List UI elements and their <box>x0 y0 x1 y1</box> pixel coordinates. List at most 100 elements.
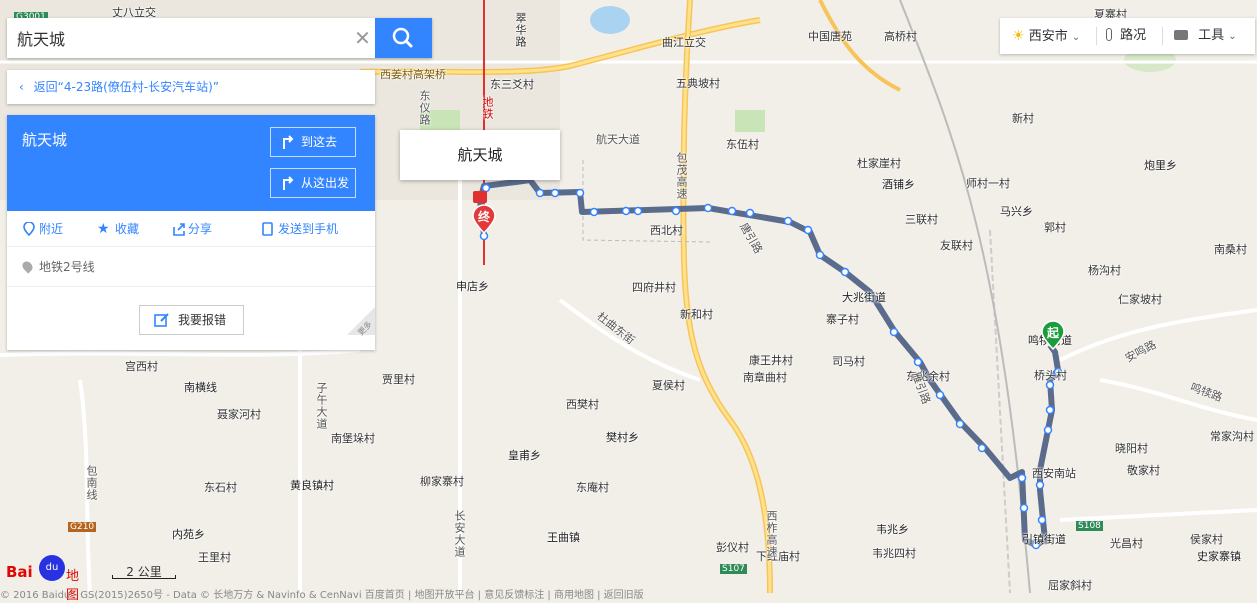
map-label: 宫西村 <box>125 360 158 373</box>
search-icon <box>392 27 413 48</box>
map-label: 马兴乡 <box>1000 205 1033 218</box>
place-card-header: 航天城 到这去 从这出发 <box>7 115 375 211</box>
map-label: 樊村乡 <box>606 431 639 444</box>
search-button[interactable] <box>375 18 432 58</box>
map-label: 申店乡 <box>456 280 489 293</box>
map-label: 屈家斜村 <box>1048 579 1092 592</box>
map-label: 王曲镇 <box>547 531 580 544</box>
share-icon <box>173 223 185 236</box>
share-label: 分享 <box>188 222 213 236</box>
back-label: 返回“4-23路(僚伍村-长安汽车站)” <box>33 80 220 94</box>
map-label: 聂家河村 <box>217 408 261 421</box>
toolbar-divider <box>1096 27 1097 45</box>
scale-bar: 2 公里 <box>112 563 176 579</box>
search-input[interactable] <box>7 18 343 58</box>
share-button[interactable]: 分享 <box>172 211 212 247</box>
map-label: 炮里乡 <box>1144 159 1177 172</box>
place-title: 航天城 <box>22 131 68 149</box>
map-label: 地铁 <box>481 96 494 120</box>
nearby-label: 附近 <box>39 222 64 236</box>
chevron-left-icon: ‹ <box>19 80 24 94</box>
map-label: 桥头村 <box>1034 369 1067 382</box>
place-popup[interactable]: 航天城 <box>400 130 560 180</box>
go-here-label: 到这去 <box>301 135 338 149</box>
from-here-button[interactable]: 从这出发 <box>270 168 356 198</box>
traffic-toggle[interactable]: 路况 <box>1106 18 1146 54</box>
start-marker[interactable]: 起 <box>1040 320 1066 351</box>
map-label: 西樊村 <box>566 398 599 411</box>
end-marker[interactable]: 终 <box>471 204 497 235</box>
favorite-label: 收藏 <box>115 222 140 236</box>
go-here-button[interactable]: 到这去 <box>270 127 356 157</box>
map-label: 敬家村 <box>1127 464 1160 477</box>
map-label: 曲江立交 <box>662 36 706 49</box>
chevron-down-icon: ⌄ <box>1228 31 1237 42</box>
route-from-icon <box>283 176 294 190</box>
map-label: 杨沟村 <box>1088 264 1121 277</box>
map-label: 西北村 <box>650 224 683 237</box>
map-label: 贾里村 <box>382 373 415 386</box>
edit-icon <box>154 313 169 327</box>
weather-sun-icon: ☀ <box>1012 28 1025 44</box>
map-label: 师村一村 <box>966 177 1010 190</box>
address-row: 地铁2号线 <box>7 247 375 287</box>
copyright-text: © 2016 Baidu - GS(2015)2650号 - Data © 长地… <box>0 590 644 601</box>
chevron-down-icon: ⌄ <box>1071 32 1081 43</box>
map-label: 东三爻村 <box>490 78 534 91</box>
map-label: 大兆街道 <box>842 291 886 304</box>
map-label: 包南线 <box>85 465 98 501</box>
map-label: 南横线 <box>184 381 217 394</box>
map-label: 三联村 <box>905 213 938 226</box>
route-to-icon <box>283 135 294 149</box>
map-label: 新和村 <box>680 308 713 321</box>
logo-text: Bai <box>6 563 33 581</box>
map-label: 子午大道 <box>315 382 328 430</box>
map-label: S107 <box>720 564 747 574</box>
star-icon: ★ <box>97 221 110 237</box>
favorite-button[interactable]: ★ 收藏 <box>97 211 139 247</box>
map-label: 东仪路 <box>418 90 431 126</box>
map-label: 南堡垛村 <box>331 432 375 445</box>
map-label: 酒铺乡 <box>882 178 915 191</box>
place-actions: 附近 ★ 收藏 分享 发送到手机 更多 <box>7 211 375 337</box>
map-label: 韦兆乡 <box>876 523 909 536</box>
traffic-label: 路况 <box>1120 28 1147 43</box>
nearby-button[interactable]: 附近 <box>23 211 63 247</box>
end-marker-label: 终 <box>477 210 490 224</box>
send-to-phone-label: 发送到手机 <box>278 222 339 236</box>
scale-line <box>112 575 176 579</box>
back-to-route-link[interactable]: ‹ 返回“4-23路(僚伍村-长安汽车站)” <box>7 70 375 104</box>
map-label: 南章曲村 <box>743 371 787 384</box>
city-selector[interactable]: ☀ 西安市 ⌄ <box>1012 18 1080 54</box>
map-label: 光昌村 <box>1110 537 1143 550</box>
close-icon: ✕ <box>354 26 371 50</box>
send-to-phone-button[interactable]: 发送到手机 <box>262 211 338 247</box>
report-error-button[interactable]: 我要报错 <box>139 305 244 335</box>
map-label: 翠华路 <box>514 12 527 48</box>
place-card: 航天城 到这去 从这出发 附近 ★ 收藏 分享 发送到手机 更多 地铁2号线 我… <box>7 115 375 350</box>
map-label: 司马村 <box>832 355 865 368</box>
tools-menu[interactable]: 工具 ⌄ <box>1174 18 1237 54</box>
map-label: 五典坡村 <box>676 77 720 90</box>
map-label: 中国唐苑 <box>808 30 852 43</box>
map-label: 晓阳村 <box>1115 442 1148 455</box>
tools-label: 工具 <box>1198 28 1225 43</box>
traffic-light-icon <box>1106 28 1112 41</box>
from-here-label: 从这出发 <box>301 176 350 190</box>
map-label: 夏侯村 <box>652 379 685 392</box>
popup-title: 航天城 <box>457 146 503 164</box>
phone-icon <box>262 222 273 236</box>
map-label: 友联村 <box>940 239 973 252</box>
report-error-label: 我要报错 <box>178 313 227 327</box>
map-label: 皇甫乡 <box>508 449 541 462</box>
toolbox-icon <box>1174 30 1188 40</box>
metro-station-icon[interactable] <box>473 191 487 203</box>
map-label: 高桥村 <box>884 30 917 43</box>
toolbar-divider <box>1162 27 1163 45</box>
map-label: 柳家寨村 <box>420 475 464 488</box>
map-label: 仁家坡村 <box>1118 293 1162 306</box>
map-label: 王里村 <box>198 551 231 564</box>
map-label: 韦兆四村 <box>872 547 916 560</box>
map-label: 常家沟村 <box>1210 430 1254 443</box>
logo-paw: du <box>39 555 65 581</box>
